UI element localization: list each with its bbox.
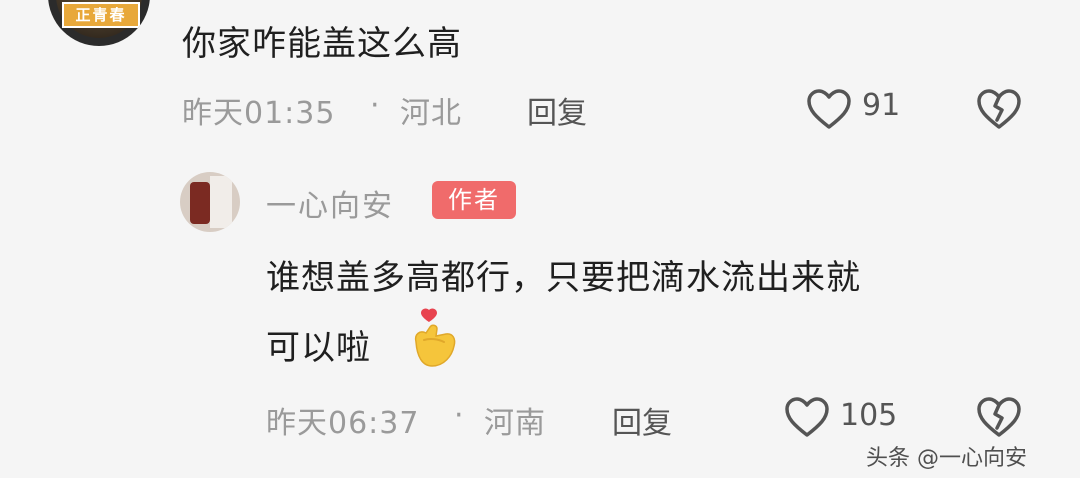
comment-location: 河北: [400, 96, 462, 131]
reply-location: 河南: [484, 406, 546, 441]
meta-separator: ·: [454, 398, 465, 433]
author-name[interactable]: 一心向安: [266, 181, 394, 225]
reply-text-line1: 谁想盖多高都行，只要把滴水流出来就: [266, 258, 861, 298]
avatar-image: [190, 182, 210, 224]
commenter-avatar[interactable]: 正青春: [48, 0, 150, 46]
reply-time: 昨天06:37: [266, 406, 420, 441]
reply-button[interactable]: 回复: [527, 88, 587, 132]
avatar-badge: 正青春: [62, 2, 140, 28]
heart-outline-icon: [785, 397, 829, 437]
avatar-image-detail: [210, 176, 232, 228]
broken-heart-icon: [977, 397, 1021, 437]
finger-heart-emoji: [410, 308, 458, 374]
heart-outline-icon: [807, 89, 851, 129]
dislike-button[interactable]: [976, 88, 1022, 134]
like-count: 105: [840, 398, 898, 433]
like-button[interactable]: [806, 88, 852, 134]
dislike-button[interactable]: [976, 396, 1022, 442]
like-count: 91: [862, 88, 901, 123]
like-button[interactable]: [784, 396, 830, 442]
comment-time: 昨天01:35: [182, 96, 336, 131]
reply-text-line2: 可以啦: [266, 328, 371, 368]
watermark: 头条 @一心向安: [866, 446, 1027, 471]
comment-text: 你家咋能盖这么高: [182, 24, 462, 64]
author-tag: 作者: [432, 181, 516, 219]
reply-button[interactable]: 回复: [612, 398, 672, 442]
author-avatar[interactable]: [180, 172, 240, 232]
broken-heart-icon: [977, 89, 1021, 129]
meta-separator: ·: [370, 88, 381, 123]
